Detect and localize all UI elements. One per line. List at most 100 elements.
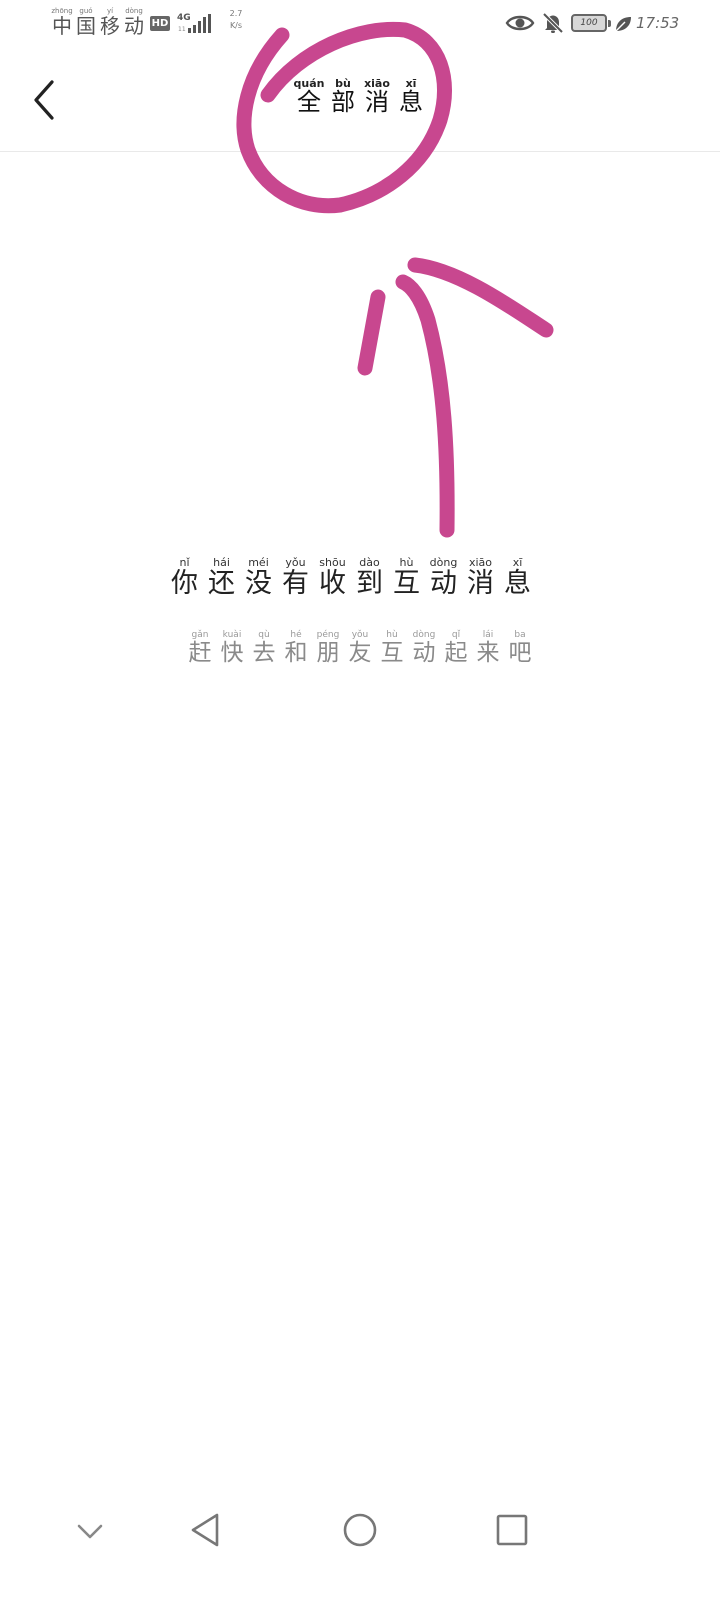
pinyin: dòng [412,630,436,640]
square-recents-icon [496,1514,528,1546]
hanzi: 收 [319,568,346,599]
hanzi: 中 [52,14,72,38]
pinyin: hái [213,556,230,569]
pinyin: lái [482,630,494,640]
system-navigation-bar [0,1500,720,1600]
eye-icon [505,15,535,31]
page-title: quán 全 bù 部 xiāo 消 xī 息 [292,78,428,114]
screen: zhōng 中 guó 国 yí 移 dòng 动 HD 4G 11 2.7 K… [0,0,720,1600]
nav-back-button[interactable] [186,1510,226,1550]
hint-char: qù 去 [248,631,280,665]
hanzi: 你 [171,568,198,599]
collapse-nav-button[interactable] [72,1518,108,1546]
pinyin: nǐ [179,556,190,569]
arrow-shaft [395,274,455,538]
pinyin: xī [512,556,523,569]
nav-recents-button[interactable] [492,1510,532,1550]
carrier-char: yí 移 [98,8,122,38]
hanzi: 和 [284,640,308,666]
hint-char: péng 朋 [312,631,344,665]
empty-state-message: nǐ 你 hái 还 méi 没 yǒu 有 shōu 收 dào 到 hù 互 dòng 动 … [166,557,536,597]
message-char: xī 息 [499,557,536,597]
hint-char: qǐ 起 [440,631,472,665]
pinyin: qù [258,630,270,640]
clock: 17:53 [636,14,680,32]
hanzi: 到 [356,568,383,599]
network-sub-label: 11 [178,26,186,33]
hint-char: kuài 快 [216,631,248,665]
chevron-down-icon [77,1524,103,1539]
hanzi: 去 [252,640,276,666]
carrier-name: zhōng 中 guó 国 yí 移 dòng 动 [50,8,146,38]
hanzi: 动 [124,14,144,38]
hanzi: 没 [245,568,272,599]
message-char: hái 还 [203,557,240,597]
hanzi: 动 [412,640,436,666]
message-char: hù 互 [388,557,425,597]
signal-bars-icon [188,14,211,33]
title-char: xiāo 消 [360,78,394,114]
message-char: dòng 动 [425,557,462,597]
pinyin: yǒu [351,630,369,640]
pinyin: méi [248,556,269,569]
hanzi: 赶 [188,640,212,666]
pinyin: qǐ [451,630,461,640]
pinyin: gǎn [191,630,209,640]
hand-drawn-annotation [236,21,554,538]
back-button[interactable] [26,77,66,123]
bell-off-icon [542,12,564,34]
message-char: yǒu 有 [277,557,314,597]
hanzi: 友 [348,640,372,666]
carrier-char: zhōng 中 [50,8,74,38]
battery-level: 100 [580,18,598,28]
hanzi: 吧 [508,640,532,666]
hanzi: 移 [100,14,120,38]
empty-state-hint: gǎn 赶 kuài 快 qù 去 hé 和 péng 朋 yǒu 友 hù 互 dòng 动 … [184,631,536,665]
pinyin: yǒu [285,556,306,569]
hanzi: 部 [331,88,355,116]
pinyin: dào [359,556,380,569]
hanzi: 有 [282,568,309,599]
hanzi: 息 [399,88,423,116]
hanzi: 全 [297,88,321,116]
chevron-left-icon [34,80,54,120]
speed-value: 2.7 [229,9,243,18]
hint-char: lái 来 [472,631,504,665]
pinyin: hù [399,556,414,569]
hanzi: 互 [393,568,420,599]
hanzi: 互 [380,640,404,666]
pinyin: hù [386,630,398,640]
hanzi: 动 [430,568,457,599]
hint-char: ba 吧 [504,631,536,665]
hint-char: gǎn 赶 [184,631,216,665]
network-speed: 2.7 K/s [225,8,247,32]
title-char: quán 全 [292,78,326,114]
message-char: shōu 收 [314,557,351,597]
message-char: nǐ 你 [166,557,203,597]
hanzi: 起 [444,640,468,666]
hint-char: yǒu 友 [344,631,376,665]
title-char: xī 息 [394,78,428,114]
hint-char: hù 互 [376,631,408,665]
nav-home-button[interactable] [340,1510,380,1550]
arrow-head-left [357,289,386,376]
hanzi: 消 [467,568,494,599]
hint-char: dòng 动 [408,631,440,665]
speed-unit: K/s [229,21,243,30]
battery-cap [608,20,611,27]
pinyin: hé [290,630,302,640]
circle-home-icon [343,1513,377,1547]
hd-badge: HD [150,16,170,31]
pinyin: péng [316,630,340,640]
triangle-back-icon [191,1513,219,1547]
status-bar: zhōng 中 guó 国 yí 移 dòng 动 HD 4G 11 2.7 K… [0,0,720,50]
title-char: bù 部 [326,78,360,114]
carrier-char: guó 国 [74,8,98,38]
hanzi: 来 [476,640,500,666]
hanzi: 快 [220,640,244,666]
hint-char: hé 和 [280,631,312,665]
hanzi: 还 [208,568,235,599]
hanzi: 国 [76,14,96,38]
pinyin: shōu [319,556,346,569]
carrier-char: dòng 动 [122,8,146,38]
